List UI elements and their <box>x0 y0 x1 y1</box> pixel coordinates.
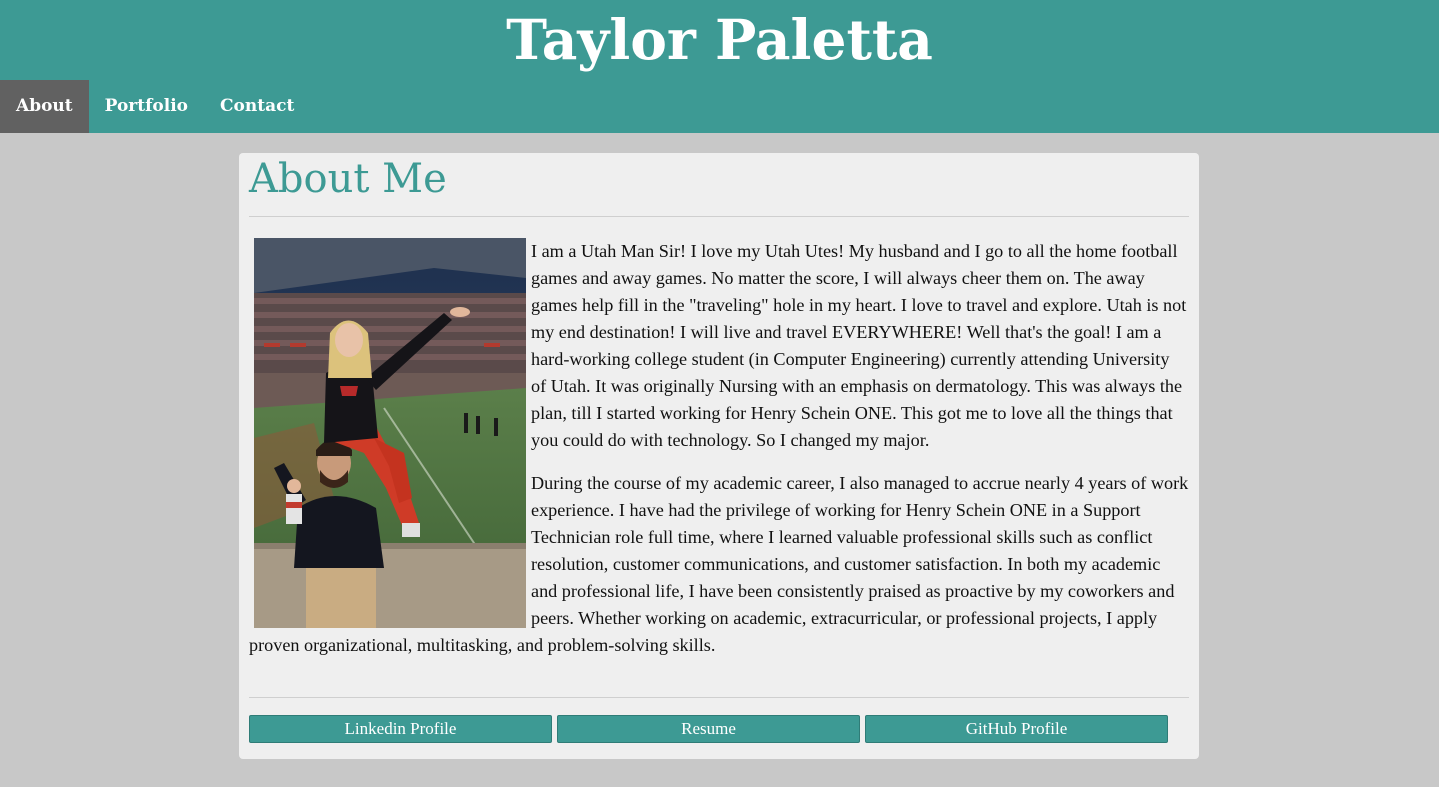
about-card: About Me I am a Utah Man Sir! I love my … <box>239 153 1199 759</box>
resume-button[interactable]: Resume <box>557 715 860 743</box>
divider-top <box>249 216 1189 217</box>
main-nav: About Portfolio Contact <box>0 80 310 133</box>
nav-item-about[interactable]: About <box>0 80 89 133</box>
nav-item-portfolio[interactable]: Portfolio <box>89 80 204 133</box>
site-header: Taylor Paletta About Portfolio Contact <box>0 0 1439 133</box>
site-title: Taylor Paletta <box>506 7 933 72</box>
divider-bottom <box>249 697 1189 698</box>
profile-photo <box>254 238 526 628</box>
page-title: About Me <box>249 156 447 202</box>
github-button[interactable]: GitHub Profile <box>865 715 1168 743</box>
nav-item-contact[interactable]: Contact <box>204 80 310 133</box>
photo-icon <box>254 238 526 628</box>
about-bio: I am a Utah Man Sir! I love my Utah Utes… <box>249 238 1189 675</box>
profile-links: Linkedin Profile Resume GitHub Profile <box>249 715 1168 743</box>
linkedin-button[interactable]: Linkedin Profile <box>249 715 552 743</box>
